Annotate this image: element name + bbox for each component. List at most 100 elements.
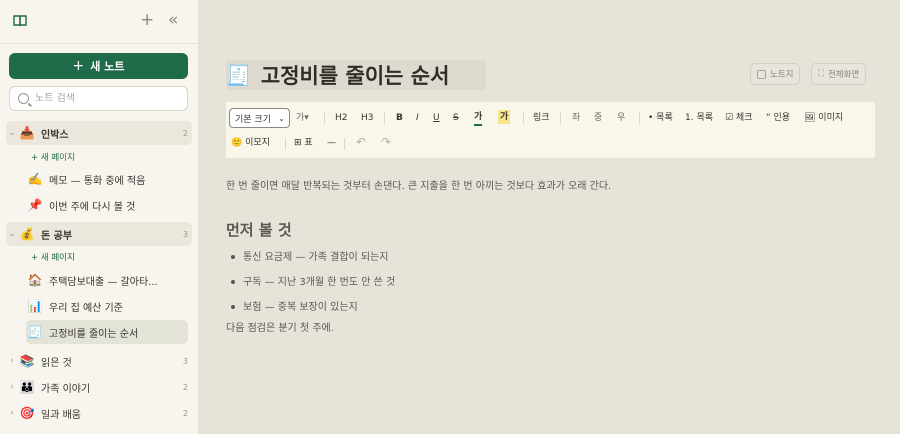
house-icon: 🏠 [27, 273, 43, 287]
bullet-item[interactable]: 통신 요금제 — 가족 결합이 되는지 [231, 248, 389, 263]
chevron-right-icon[interactable]: › [6, 408, 18, 418]
divider [324, 112, 325, 124]
quote-button[interactable]: “ 인용 [766, 111, 790, 125]
book-logo-icon[interactable] [12, 13, 28, 29]
folder-label: 일과 배움 [41, 409, 81, 421]
chevron-down-icon: ⌄ [278, 113, 285, 123]
bar-chart-icon: 📊 [27, 299, 43, 313]
checklist-button[interactable]: ☑ 체크 [725, 111, 753, 125]
text-color-button[interactable]: 가 [474, 110, 483, 126]
sidebar-header: + « [0, 0, 199, 44]
divider [384, 112, 385, 124]
link-button[interactable]: 링크 [533, 111, 550, 125]
divider [560, 112, 561, 124]
divider [523, 112, 524, 124]
search-icon [18, 93, 29, 104]
align-center-button[interactable]: 중 [594, 111, 602, 125]
align-right-button[interactable]: 우 [617, 111, 625, 125]
new-note-label: 새 노트 [90, 60, 125, 73]
collapse-sidebar-icon[interactable]: « [168, 10, 178, 30]
receipt-icon[interactable]: 🧾 [226, 63, 251, 87]
money-bag-icon: 💰 [19, 227, 35, 241]
strikethrough-button[interactable]: S [453, 111, 459, 125]
italic-button[interactable]: I [416, 111, 419, 125]
chevron-down-icon[interactable]: ⌄ [6, 128, 18, 138]
folder-label: 읽은 것 [41, 357, 72, 369]
new-page-link[interactable]: + 새 페이지 [31, 151, 75, 163]
fullscreen-button[interactable]: ⛶ 전체화면 [811, 63, 867, 85]
plus-icon: + [72, 58, 85, 74]
folder-count: 2 [182, 382, 188, 392]
heading2-button[interactable]: H2 [335, 111, 348, 125]
notebook-icon [757, 69, 766, 79]
note-item[interactable]: 📌 이번 주에 다시 볼 것 [26, 193, 188, 217]
folder-label: 돈 공부 [41, 230, 73, 242]
font-size-select[interactable]: 기본 크기 ⌄ [229, 108, 290, 128]
emoji-button[interactable]: 🙂 이모지 [231, 136, 270, 150]
folder-count: 3 [182, 356, 188, 366]
divider [344, 138, 345, 150]
paragraph[interactable]: 한 번 줄이면 매달 반복되는 것부터 손댄다. 큰 지출을 한 번 아끼는 것… [226, 180, 611, 194]
search-box [9, 86, 188, 111]
folder-work-learning[interactable]: › 🎯 일과 배움 2 [6, 401, 192, 425]
note-item[interactable]: 🏠 주택담보대출 — 갈아타... [26, 268, 188, 292]
undo-icon[interactable]: ↶ [356, 135, 366, 149]
family-icon: 👪 [19, 380, 35, 394]
paragraph[interactable]: 다음 점검은 분기 첫 주에. [226, 322, 334, 336]
align-left-button[interactable]: 좌 [572, 111, 580, 125]
books-icon: 📚 [19, 354, 35, 368]
folder-count: 2 [182, 408, 188, 418]
target-icon: 🎯 [19, 406, 35, 420]
folder-inbox[interactable]: ⌄ 📥 인박스 2 [6, 121, 192, 145]
bullet-icon [231, 305, 235, 309]
highlight-button[interactable]: 가 [498, 110, 511, 124]
notebook-style-button[interactable]: 노트지 [750, 63, 801, 85]
image-button[interactable]: 🖼 이미지 [804, 111, 843, 125]
new-page-link[interactable]: + 새 페이지 [31, 251, 75, 263]
chevron-right-icon[interactable]: › [6, 382, 18, 392]
note-label: 고정비를 줄이는 순서 [49, 328, 139, 340]
inbox-icon: 📥 [19, 126, 35, 140]
bullet-item[interactable]: 구독 — 지난 3개월 한 번도 안 쓴 것 [231, 273, 395, 288]
table-button[interactable]: ⊞ 표 [294, 136, 313, 150]
page-title[interactable]: 고정비를 줄이는 순서 [261, 60, 450, 90]
bullet-list-button[interactable]: • 목록 [648, 111, 673, 125]
divider [639, 112, 640, 124]
horizontal-rule-button[interactable]: — [327, 136, 336, 150]
editor-area: 🧾 고정비를 줄이는 순서 노트지 ⛶ 전체화면 기본 크기 ⌄ 가▾ H2 H… [199, 0, 900, 434]
folder-read[interactable]: › 📚 읽은 것 3 [6, 349, 192, 373]
redo-icon[interactable]: ↷ [381, 135, 391, 149]
chevron-down-icon[interactable]: ⌄ [6, 229, 18, 239]
bullet-icon [231, 280, 235, 284]
chevron-right-icon[interactable]: › [6, 356, 18, 366]
folder-family[interactable]: › 👪 가족 이야기 2 [6, 375, 192, 399]
bold-button[interactable]: B [396, 111, 403, 125]
underline-button[interactable]: U [433, 111, 440, 125]
notebook-label: 노트지 [770, 70, 794, 80]
note-label: 메모 — 통화 중에 적음 [49, 175, 146, 187]
note-label: 주택담보대출 — 갈아타... [49, 276, 158, 288]
new-note-button[interactable]: + 새 노트 [9, 53, 188, 79]
bullet-icon [231, 255, 235, 259]
font-style-button[interactable]: 가▾ [296, 111, 309, 125]
note-item[interactable]: 📊 우리 집 예산 기준 [26, 294, 188, 318]
expand-icon: ⛶ [818, 69, 824, 79]
ordered-list-button[interactable]: 1. 목록 [685, 111, 713, 125]
font-size-value: 기본 크기 [235, 114, 271, 125]
search-input[interactable] [35, 93, 175, 104]
note-item-selected[interactable]: 🧾 고정비를 줄이는 순서 [26, 320, 188, 344]
note-label: 이번 주에 다시 볼 것 [49, 201, 136, 213]
heading[interactable]: 먼저 볼 것 [226, 219, 292, 240]
divider [285, 138, 286, 150]
writing-hand-icon: ✍️ [27, 172, 43, 186]
add-icon[interactable]: + [140, 10, 154, 30]
receipt-icon: 🧾 [27, 325, 43, 339]
pushpin-icon: 📌 [27, 198, 43, 212]
folder-label: 가족 이야기 [41, 383, 91, 395]
bullet-item[interactable]: 보험 — 중복 보장이 있는지 [231, 298, 358, 313]
folder-count: 3 [182, 229, 188, 239]
folder-label: 인박스 [41, 129, 69, 141]
folder-money-study[interactable]: ⌄ 💰 돈 공부 3 [6, 222, 192, 246]
heading3-button[interactable]: H3 [361, 111, 374, 125]
note-item[interactable]: ✍️ 메모 — 통화 중에 적음 [26, 167, 188, 191]
